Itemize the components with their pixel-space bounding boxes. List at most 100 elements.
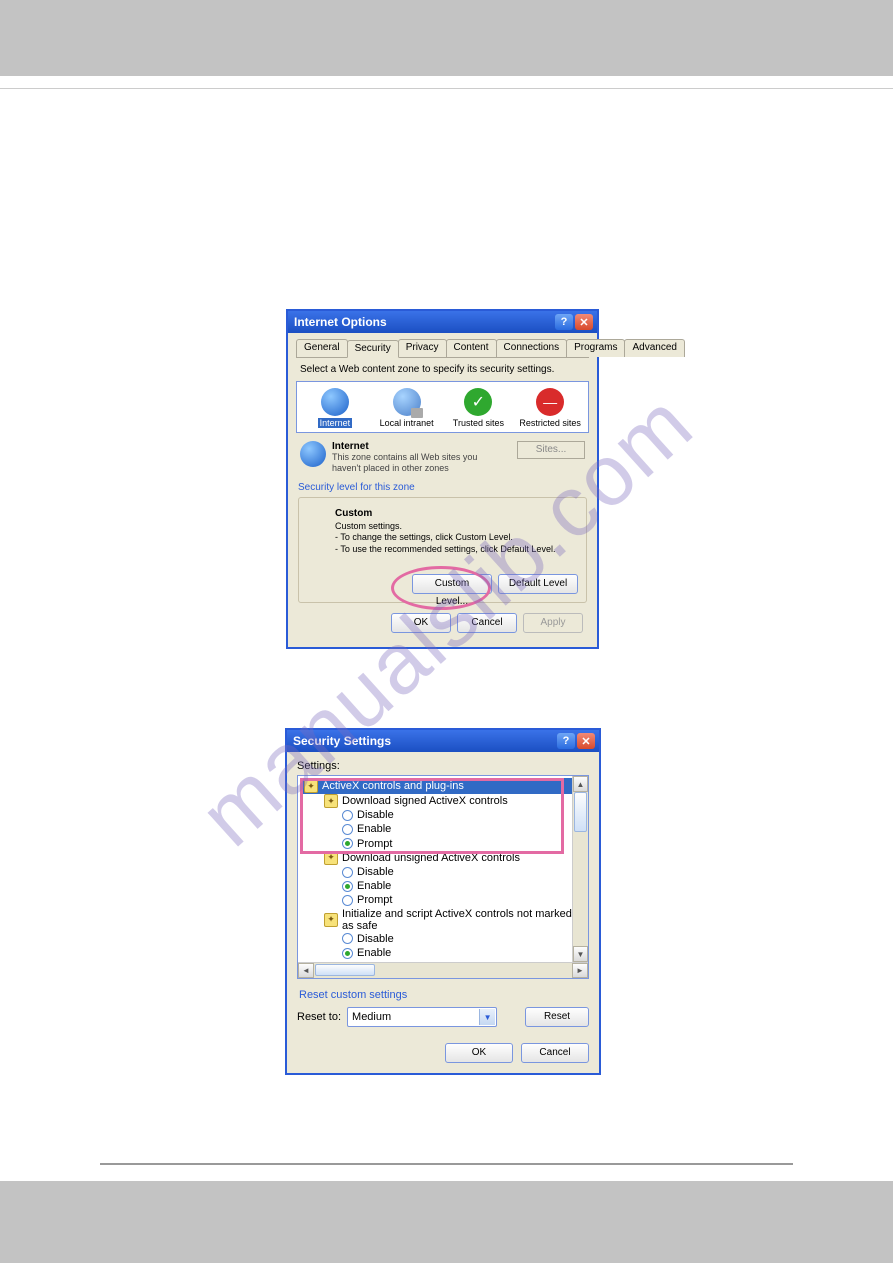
setting-label: Initialize and script ActiveX controls n… <box>342 908 572 932</box>
checkmark-icon: ✓ <box>464 388 492 416</box>
option-prompt[interactable]: Prompt <box>302 893 572 907</box>
option-enable[interactable]: Enable <box>302 946 572 960</box>
option-disable[interactable]: Disable <box>302 808 572 822</box>
option-label: Disable <box>357 808 394 822</box>
setting-label: Download signed ActiveX controls <box>342 795 508 807</box>
reset-to-value: Medium <box>352 1011 391 1023</box>
vertical-scrollbar[interactable]: ▲ ▼ <box>572 776 588 962</box>
tab-security[interactable]: Security <box>347 340 399 358</box>
gear-icon: ✦ <box>324 794 338 808</box>
custom-line1: Custom settings. <box>335 521 576 533</box>
tab-connections[interactable]: Connections <box>496 339 568 357</box>
tab-privacy[interactable]: Privacy <box>398 339 447 357</box>
option-enable[interactable]: Enable <box>302 822 572 836</box>
cancel-button[interactable]: Cancel <box>521 1043 589 1063</box>
zone-detail-line2: haven't placed in other zones <box>332 463 477 474</box>
ok-button[interactable]: OK <box>391 613 451 633</box>
setting-init-script: ✦ Initialize and script ActiveX controls… <box>302 908 572 932</box>
category-activex[interactable]: ✦ ActiveX controls and plug-ins <box>302 778 572 794</box>
radio-icon[interactable] <box>342 895 353 906</box>
globe-icon <box>321 388 349 416</box>
reset-to-label: Reset to: <box>297 1011 341 1023</box>
scroll-up-icon[interactable]: ▲ <box>573 776 588 792</box>
scroll-left-icon[interactable]: ◄ <box>298 963 314 978</box>
gear-icon: ✦ <box>324 851 338 865</box>
gear-icon: ✦ <box>304 779 318 793</box>
minus-icon: — <box>536 388 564 416</box>
settings-label: Settings: <box>297 760 589 772</box>
horizontal-scrollbar[interactable]: ◄ ► <box>298 962 588 978</box>
zone-trusted-label: Trusted sites <box>453 418 504 428</box>
settings-listbox[interactable]: ✦ ActiveX controls and plug-ins ✦ Downlo… <box>297 775 589 979</box>
radio-icon[interactable] <box>342 867 353 878</box>
custom-line3: - To use the recommended settings, click… <box>335 544 576 556</box>
ok-button[interactable]: OK <box>445 1043 513 1063</box>
zone-intranet-label: Local intranet <box>380 418 434 428</box>
zone-restricted-sites[interactable]: — Restricted sites <box>516 388 584 428</box>
close-icon[interactable]: ✕ <box>575 314 593 330</box>
cancel-button[interactable]: Cancel <box>457 613 517 633</box>
help-icon[interactable]: ? <box>555 314 573 330</box>
zone-internet-label: Internet <box>318 418 353 428</box>
tab-programs[interactable]: Programs <box>566 339 625 357</box>
scroll-down-icon[interactable]: ▼ <box>573 946 588 962</box>
tab-general[interactable]: General <box>296 339 348 357</box>
custom-line2: - To change the settings, click Custom L… <box>335 532 576 544</box>
option-label: Enable <box>357 879 391 893</box>
dialog-title: Internet Options <box>294 315 553 329</box>
dialog-titlebar[interactable]: Security Settings ? ✕ <box>287 730 599 752</box>
zone-restricted-label: Restricted sites <box>519 418 581 428</box>
zone-internet[interactable]: Internet <box>301 388 369 428</box>
reset-section-label: Reset custom settings <box>299 989 589 1001</box>
tab-advanced[interactable]: Advanced <box>624 339 684 357</box>
option-label: Prompt <box>357 837 392 851</box>
radio-icon[interactable] <box>342 824 353 835</box>
tab-strip: General Security Privacy Content Connect… <box>296 339 589 358</box>
option-label: Enable <box>357 946 391 960</box>
radio-icon[interactable] <box>342 948 353 959</box>
radio-icon[interactable] <box>342 933 353 944</box>
scroll-right-icon[interactable]: ► <box>572 963 588 978</box>
radio-icon[interactable] <box>342 810 353 821</box>
page-top-band <box>0 0 893 76</box>
zone-detail-name: Internet <box>332 441 369 452</box>
globe-icon <box>300 441 326 467</box>
option-enable[interactable]: Enable <box>302 879 572 893</box>
radio-icon[interactable] <box>342 838 353 849</box>
security-level-box: Custom Custom settings. - To change the … <box>298 497 587 603</box>
zone-local-intranet[interactable]: Local intranet <box>373 388 441 428</box>
apply-button: Apply <box>523 613 583 633</box>
tab-content[interactable]: Content <box>446 339 497 357</box>
option-disable[interactable]: Disable <box>302 932 572 946</box>
custom-level-button[interactable]: Custom Level... <box>412 574 492 594</box>
reset-to-select[interactable]: Medium ▼ <box>347 1007 497 1027</box>
option-label: Prompt <box>357 893 392 907</box>
sites-button: Sites... <box>517 441 585 459</box>
setting-label: Download unsigned ActiveX controls <box>342 852 520 864</box>
help-icon[interactable]: ? <box>557 733 575 749</box>
reset-button[interactable]: Reset <box>525 1007 589 1027</box>
scroll-thumb[interactable] <box>315 964 375 976</box>
chevron-down-icon[interactable]: ▼ <box>479 1009 495 1025</box>
zones-list: Internet Local intranet ✓ Trusted sites … <box>296 381 589 433</box>
zone-instruction: Select a Web content zone to specify its… <box>300 364 585 375</box>
page-hr <box>0 88 893 89</box>
option-prompt[interactable]: Prompt <box>302 837 572 851</box>
default-level-button[interactable]: Default Level <box>498 574 578 594</box>
option-label: Disable <box>357 932 394 946</box>
internet-options-dialog: Internet Options ? ✕ General Security Pr… <box>286 309 599 649</box>
setting-download-signed: ✦ Download signed ActiveX controls <box>302 794 572 808</box>
option-label: Enable <box>357 822 391 836</box>
zone-detail: Internet This zone contains all Web site… <box>300 441 585 474</box>
option-disable[interactable]: Disable <box>302 865 572 879</box>
option-label: Disable <box>357 865 394 879</box>
page-bottom-band <box>0 1181 893 1263</box>
close-icon[interactable]: ✕ <box>577 733 595 749</box>
dialog-titlebar[interactable]: Internet Options ? ✕ <box>288 311 597 333</box>
zone-detail-line1: This zone contains all Web sites you <box>332 452 477 463</box>
zone-trusted-sites[interactable]: ✓ Trusted sites <box>445 388 513 428</box>
intranet-icon <box>393 388 421 416</box>
radio-icon[interactable] <box>342 881 353 892</box>
setting-download-unsigned: ✦ Download unsigned ActiveX controls <box>302 851 572 865</box>
scroll-thumb[interactable] <box>574 792 587 832</box>
